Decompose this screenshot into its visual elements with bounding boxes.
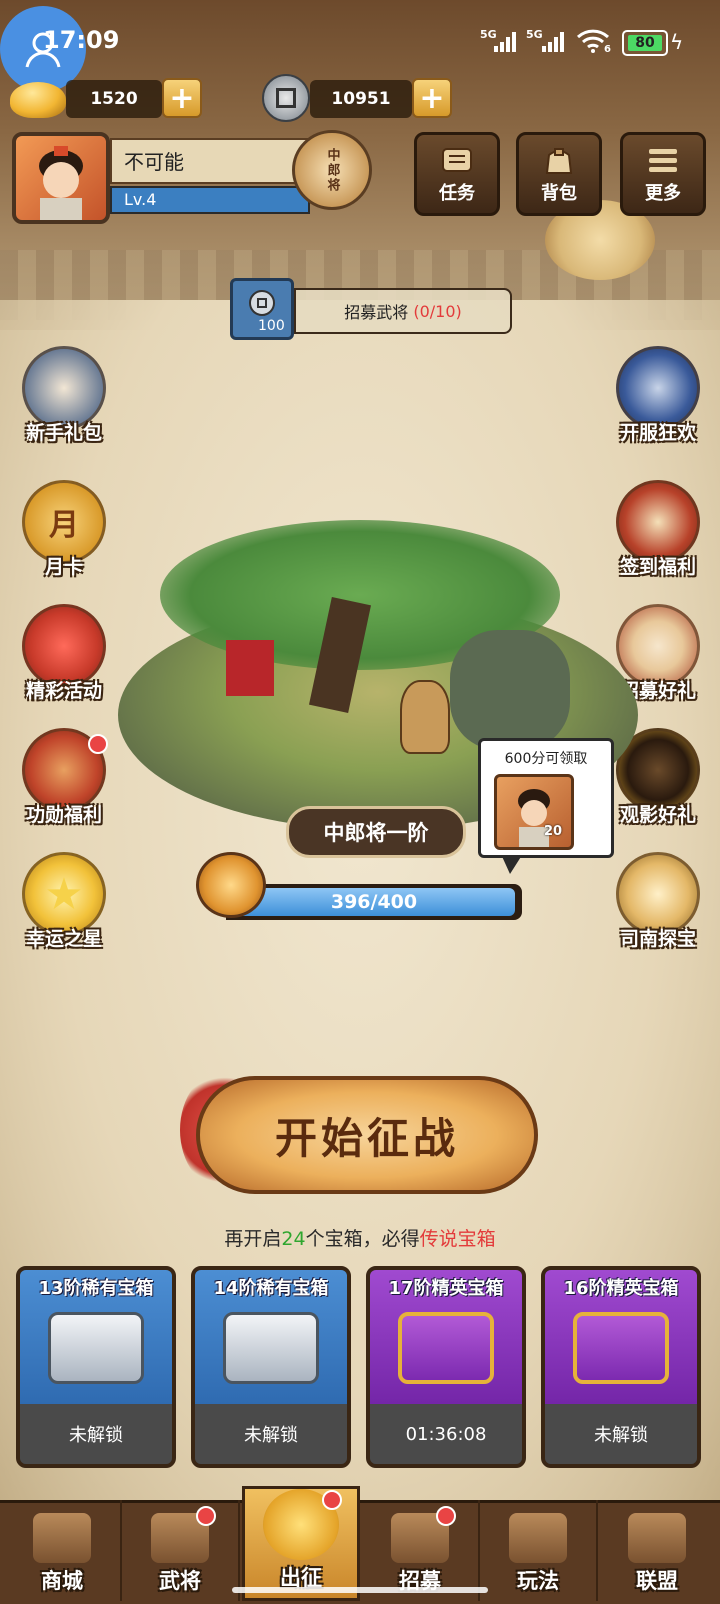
sign-in-button[interactable]: 签到福利 [606, 480, 710, 579]
signal-5g-label-2: 5G [526, 28, 543, 41]
pavilion-icon [509, 1513, 567, 1563]
notification-dot [436, 1506, 456, 1526]
rank-badge[interactable]: 中郎将 [292, 130, 372, 210]
lucky-star-button[interactable]: ★ 幸运之星 [12, 852, 116, 951]
red-flag-decoration [226, 640, 274, 696]
reward-bubble-text: 600分可领取 [504, 751, 588, 767]
more-button-label: 更多 [645, 183, 681, 204]
sign-in-label: 签到福利 [619, 556, 696, 578]
events-button[interactable]: 精彩活动 [12, 604, 116, 703]
chest-title: 13阶稀有宝箱 [38, 1278, 154, 1299]
home-indicator[interactable] [232, 1587, 488, 1593]
hint-middle: 个宝箱，必得 [305, 1228, 420, 1250]
task-button[interactable]: 任务 [414, 132, 500, 216]
chest-title: 16阶精英宝箱 [563, 1278, 679, 1299]
server-carnival-button[interactable]: 开服狂欢 [606, 346, 710, 445]
shop-icon [33, 1513, 91, 1563]
wifi-badge: 6 [604, 44, 611, 55]
start-battle-label: 开始征战 [274, 1113, 459, 1163]
merit-welfare-label: 功勋福利 [25, 804, 102, 826]
stage-rank-plate: 中郎将一阶 [286, 806, 466, 858]
merit-welfare-button[interactable]: 功勋福利 [12, 728, 116, 827]
training-dummy[interactable] [400, 680, 450, 754]
chest-status: 未解锁 [195, 1404, 347, 1464]
alliance-flag-icon [628, 1513, 686, 1563]
notification-dot [322, 1490, 342, 1510]
signal-bars-icon-2 [542, 30, 566, 52]
silver-chest-icon [48, 1312, 144, 1384]
gold-ingot-icon [10, 82, 66, 118]
charging-icon: ϟ [670, 30, 684, 54]
chest-timer: 01:36:08 [370, 1404, 522, 1464]
chest-status: 未解锁 [545, 1404, 697, 1464]
stage-progress-text: 396/400 [330, 891, 418, 913]
copper-coin-icon [262, 74, 310, 122]
copper-amount: 10951 [310, 80, 412, 118]
bag-button-label: 背包 [541, 183, 577, 204]
nav-shop[interactable]: 商城 [4, 1500, 122, 1601]
chest-slot-2[interactable]: 14阶稀有宝箱 未解锁 [191, 1266, 351, 1468]
add-gold-button[interactable]: + [162, 78, 202, 118]
more-button[interactable]: 更多 [620, 132, 706, 216]
menu-icon [649, 149, 677, 172]
battery-icon: 80 [622, 30, 668, 56]
month-card-button[interactable]: 月 月卡 [12, 480, 116, 579]
player-level: Lv.4 [124, 190, 157, 209]
recruit-cost: 100 [258, 318, 285, 334]
nav-gameplay[interactable]: 玩法 [480, 1500, 598, 1601]
reward-pot-icon[interactable] [196, 852, 266, 918]
nav-alliance-label: 联盟 [636, 1569, 678, 1593]
recruit-label: 招募武将 [344, 303, 409, 322]
add-copper-button[interactable]: + [412, 78, 452, 118]
player-avatar[interactable] [12, 132, 110, 224]
newbie-gift-label: 新手礼包 [25, 422, 102, 444]
player-name: 不可能 [124, 150, 184, 174]
chest-title: 17阶精英宝箱 [388, 1278, 504, 1299]
nav-recruit[interactable]: 招募 [362, 1500, 480, 1601]
rank-badge-text: 中郎将 [324, 147, 340, 193]
task-button-label: 任务 [439, 183, 475, 204]
recruit-bar[interactable]: 招募武将 (0/10) [294, 288, 512, 334]
hint-count: 24 [281, 1228, 306, 1250]
server-carnival-label: 开服狂欢 [619, 422, 696, 444]
chest-hint: 再开启24个宝箱，必得传说宝箱 [0, 1224, 720, 1251]
month-card-label: 月卡 [44, 556, 83, 578]
scroll-icon [442, 148, 472, 172]
gold-chest-icon [573, 1312, 669, 1384]
compass-treasure-label: 司南探宝 [619, 928, 696, 950]
newbie-gift-button[interactable]: 新手礼包 [12, 346, 116, 445]
battery-level: 80 [628, 35, 662, 51]
rock-decoration [450, 630, 570, 750]
events-label: 精彩活动 [25, 680, 102, 702]
gold-amount: 1520 [66, 80, 162, 118]
chest-title: 14阶稀有宝箱 [213, 1278, 329, 1299]
nav-gameplay-label: 玩法 [517, 1569, 559, 1593]
compass-treasure-button[interactable]: 司南探宝 [606, 852, 710, 951]
chest-slot-1[interactable]: 13阶稀有宝箱 未解锁 [16, 1266, 176, 1468]
hint-prefix: 再开启 [224, 1228, 282, 1250]
bag-icon [545, 148, 573, 174]
nav-shop-label: 商城 [41, 1569, 83, 1593]
stage-progress-bar: 396/400 [226, 884, 522, 920]
bag-button[interactable]: 背包 [516, 132, 602, 216]
chest-slot-4[interactable]: 16阶精英宝箱 未解锁 [541, 1266, 701, 1468]
nav-generals[interactable]: 武将 [122, 1500, 240, 1601]
reward-count: 20 [544, 824, 563, 839]
nav-generals-label: 武将 [159, 1569, 201, 1593]
notification-dot [88, 734, 108, 754]
chest-status: 未解锁 [20, 1404, 172, 1464]
nav-alliance[interactable]: 联盟 [598, 1500, 716, 1601]
signal-bars-icon [494, 30, 518, 52]
chest-slot-3[interactable]: 17阶精英宝箱 01:36:08 [366, 1266, 526, 1468]
nav-campaign[interactable]: 出征 [242, 1486, 360, 1601]
hint-highlight: 传说宝箱 [419, 1228, 496, 1250]
lucky-star-label: 幸运之星 [25, 928, 102, 950]
notification-dot [196, 1506, 216, 1526]
status-time: 17:09 [43, 26, 120, 54]
recruit-progress: (0/10) [413, 301, 462, 321]
silver-chest-icon [223, 1312, 319, 1384]
gold-chest-icon [398, 1312, 494, 1384]
video-gift-label: 观影好礼 [619, 804, 696, 826]
start-battle-button[interactable]: 开始征战 [196, 1076, 538, 1194]
